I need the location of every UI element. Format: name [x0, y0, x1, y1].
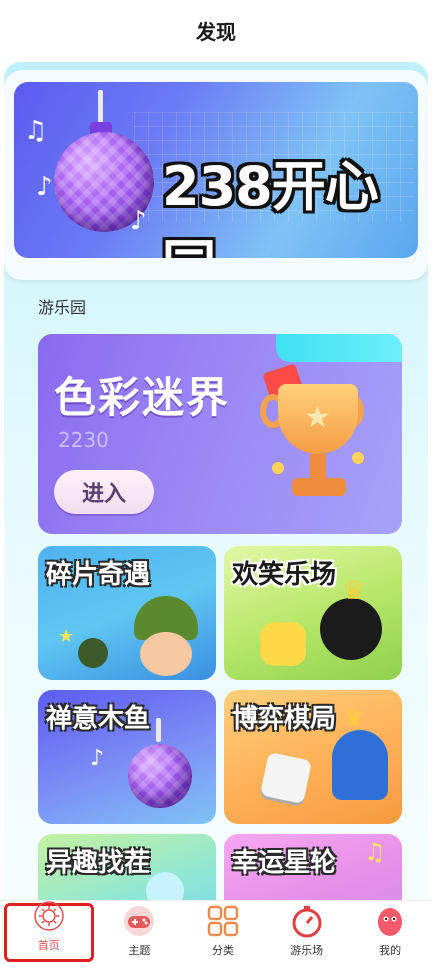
music-note-icon: ♪ — [90, 746, 105, 771]
trophy-stem — [310, 454, 326, 480]
dark-mask-character — [320, 598, 382, 660]
nav-label: 主题 — [128, 944, 151, 957]
tile-title: 禅意木鱼 — [46, 704, 151, 734]
timer-icon — [290, 904, 324, 938]
king-character — [332, 730, 388, 800]
banner-238[interactable]: ♫ ♪ ♪ 238开心园 — [14, 82, 418, 258]
nav-item-home[interactable]: 首页 — [4, 901, 94, 962]
nav-item-category[interactable]: 分类 — [181, 901, 265, 964]
tile-lucky-wheel[interactable]: 幸运星轮 ♫ — [224, 834, 402, 900]
yellow-character — [260, 622, 306, 666]
soldier-face — [140, 632, 192, 676]
music-note-icon: ♫ — [24, 116, 48, 146]
feature-title: 色彩迷界 — [54, 373, 231, 422]
nav-label: 游乐场 — [290, 944, 324, 957]
dice-icon — [259, 751, 313, 805]
feature-card-color-maze[interactable]: 色彩迷界 2230 进入 ★ — [38, 334, 402, 534]
bottom-nav: 首页 主题 分类 游乐场 我的 — [0, 900, 432, 964]
nav-label: 我的 — [379, 944, 402, 957]
tile-title: 碎片奇遇 — [46, 560, 151, 590]
tile-title: 博弈棋局 — [232, 704, 337, 734]
feature-count: 2230 — [58, 428, 109, 452]
nav-item-mine[interactable]: 我的 — [348, 901, 432, 964]
page-header: 发现 — [0, 0, 432, 60]
discover-content[interactable]: ♫ ♪ ♪ 238开心园 游乐园 色彩迷界 2230 进入 ★ 碎片奇遇 ★ 欢… — [4, 62, 428, 900]
bunny-icon — [146, 872, 184, 900]
music-note-icon: ♪ — [36, 172, 53, 202]
tile-laugh-arena[interactable]: 欢笑乐场 ♛ — [224, 546, 402, 680]
home-gear-icon — [32, 899, 66, 933]
banner-title: 238开心园 — [162, 155, 379, 258]
nav-label: 分类 — [211, 944, 234, 957]
gamepad-icon — [122, 904, 156, 938]
tile-title: 异趣找茬 — [46, 848, 151, 878]
music-note-icon: ♫ — [364, 838, 386, 866]
enter-button[interactable]: 进入 — [54, 470, 154, 514]
coin-icon — [352, 452, 364, 464]
nav-label: 首页 — [37, 939, 60, 952]
music-note-icon: ♪ — [130, 206, 147, 236]
star-icon: ★ — [304, 400, 331, 435]
tile-title: 欢笑乐场 — [232, 560, 337, 590]
page-title: 发现 — [196, 19, 236, 44]
crown-icon: ♛ — [342, 576, 366, 606]
mascot-icon — [373, 904, 407, 938]
nav-item-theme[interactable]: 主题 — [98, 901, 182, 964]
ball-string — [98, 90, 103, 126]
star-icon: ★ — [58, 626, 75, 647]
tile-chess-game[interactable]: 博弈棋局 ♛ — [224, 690, 402, 824]
grid-icon — [206, 904, 240, 938]
tile-title: 幸运星轮 — [232, 848, 337, 878]
coin-icon — [272, 462, 284, 474]
tile-fragment-adventure[interactable]: 碎片奇遇 ★ — [38, 546, 216, 680]
grenade-icon — [78, 638, 108, 668]
crown-icon: ♛ — [344, 706, 364, 731]
section-label: 游乐园 — [38, 298, 87, 317]
feature-tab-decor — [276, 334, 402, 362]
tile-zen-woodfish[interactable]: 禅意木鱼 ♪ — [38, 690, 216, 824]
banner-container: ♫ ♪ ♪ 238开心园 — [4, 70, 428, 280]
trophy-base — [292, 478, 346, 496]
tile-spot-difference[interactable]: 异趣找茬 — [38, 834, 216, 900]
ball-string — [156, 718, 161, 742]
nav-item-playground[interactable]: 游乐场 — [265, 901, 349, 964]
disco-ball-icon — [128, 744, 192, 808]
